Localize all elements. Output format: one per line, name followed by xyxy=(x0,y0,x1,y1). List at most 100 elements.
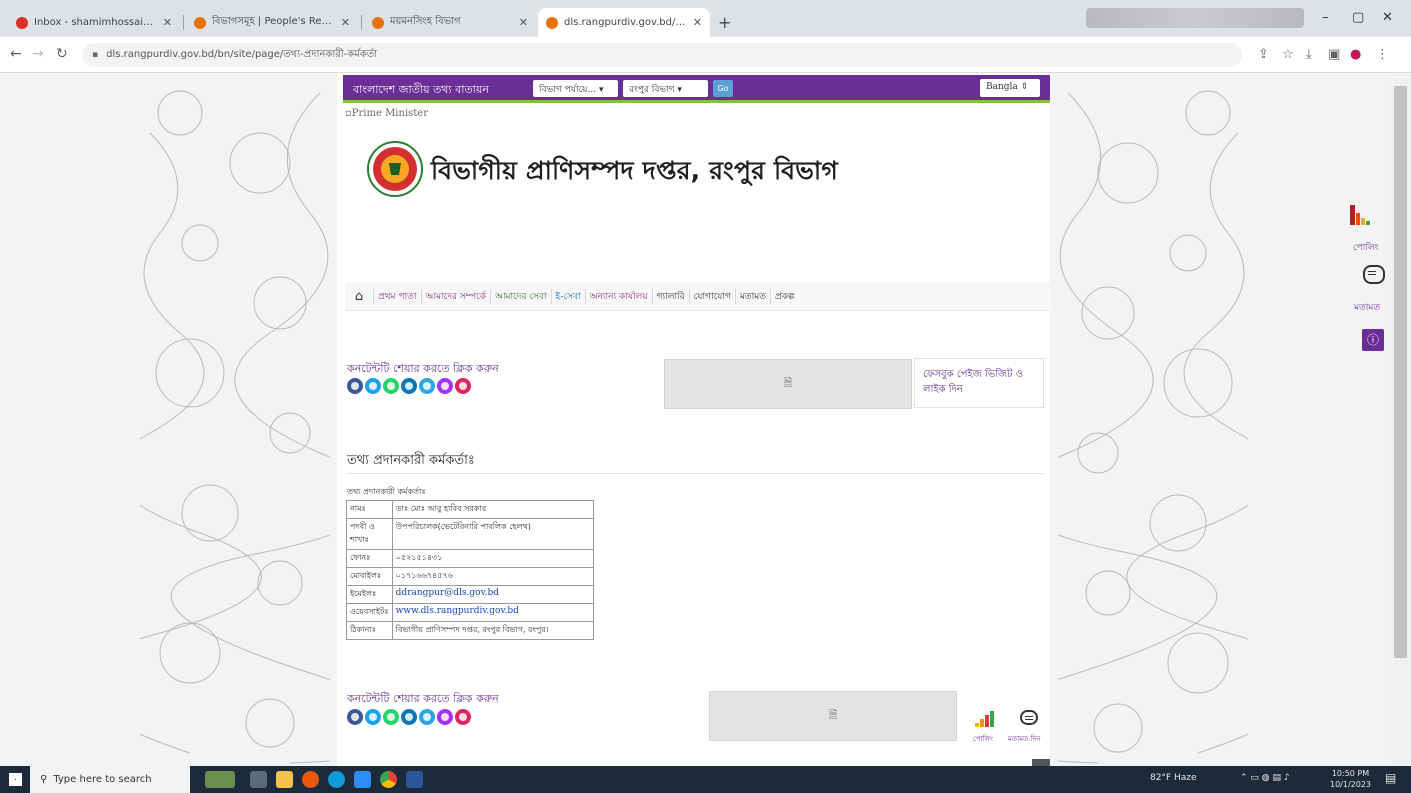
word-icon[interactable] xyxy=(406,771,423,788)
news-widget-icon[interactable] xyxy=(205,771,235,788)
close-tab-icon[interactable]: ✕ xyxy=(519,16,528,29)
site-info-icon[interactable]: ▪ xyxy=(92,50,98,60)
email-share-icon[interactable] xyxy=(455,378,471,394)
notifications-icon[interactable]: ▤ xyxy=(1385,771,1396,785)
nav-item-about[interactable]: আমাদের সম্পর্কে xyxy=(420,289,491,304)
messenger-share-icon[interactable] xyxy=(437,709,453,725)
chrome-icon[interactable] xyxy=(380,771,397,788)
profile-avatar-icon[interactable]: ● xyxy=(1350,47,1361,62)
weather-status[interactable]: 82°F Haze xyxy=(1150,773,1197,783)
row-value: ০১৭১৬৬৭৪৫৭৬ xyxy=(391,567,595,586)
tab-title: Inbox - shamimhossainbrm@gm xyxy=(34,17,157,28)
share-page-icon[interactable]: ⇪ xyxy=(1258,47,1269,62)
address-bar[interactable]: ▪ dls.rangpurdiv.gov.bd/bn/site/page/তথ্… xyxy=(82,43,1242,67)
division-select-value: রংপুর বিভাগ xyxy=(629,85,675,95)
poll-label[interactable]: পোলিং xyxy=(973,733,993,745)
info-icon[interactable]: ⓘ xyxy=(1362,329,1384,351)
bookmark-star-icon[interactable]: ☆ xyxy=(1282,47,1294,62)
table-row: ইমেইলঃ ddrangpur@dls.gov.bd xyxy=(346,585,595,604)
clock[interactable]: 10:50 PM 10/1/2023 xyxy=(1330,768,1371,790)
whatsapp-share-icon[interactable] xyxy=(383,709,399,725)
broken-image-icon: 🗎 xyxy=(783,376,793,390)
twitter-share-icon[interactable] xyxy=(365,378,381,394)
nav-item-other-offices[interactable]: অন্যান্য কার্যালয় xyxy=(584,289,652,304)
windows-start-icon[interactable] xyxy=(9,773,22,786)
government-seal-icon[interactable] xyxy=(367,141,423,197)
facebook-page-link[interactable]: ফেসবুক পেইজ ভিজিট ও লাইক দিন xyxy=(914,358,1044,408)
forward-arrow-icon[interactable]: → xyxy=(32,46,44,62)
facebook-share-icon[interactable] xyxy=(347,378,363,394)
close-tab-icon[interactable]: ✕ xyxy=(693,16,702,29)
side-poll-label[interactable]: পোলিং xyxy=(1353,240,1379,255)
minimize-icon[interactable]: – xyxy=(1322,10,1329,25)
maximize-icon[interactable]: ▢ xyxy=(1352,10,1364,25)
email-share-icon[interactable] xyxy=(455,709,471,725)
nav-item-contact[interactable]: যোগাযোগ xyxy=(688,289,735,304)
side-feedback-icon[interactable] xyxy=(1363,265,1385,284)
tab-title: ময়মনসিংহ বিভাগ xyxy=(390,16,461,27)
level-select-value: বিভাগ পর্যায়ে... xyxy=(539,85,597,95)
firefox-icon[interactable] xyxy=(302,771,319,788)
linkedin-share-icon[interactable] xyxy=(401,709,417,725)
division-select[interactable]: রংপুর বিভাগ ▾ xyxy=(623,80,708,97)
nav-item-feedback[interactable]: মতামত xyxy=(734,289,770,304)
new-tab-plus-icon[interactable]: + xyxy=(718,13,731,32)
taskbar-search-box[interactable]: ⚲ Type here to search xyxy=(30,766,190,793)
feedback-label[interactable]: মতামত দিন xyxy=(1008,733,1040,745)
scrollbar-thumb[interactable] xyxy=(1394,86,1407,658)
go-button[interactable]: Go xyxy=(713,80,733,97)
language-value: Bangla xyxy=(986,82,1018,92)
close-window-icon[interactable]: ✕ xyxy=(1382,10,1393,25)
tab-divider xyxy=(183,15,184,30)
home-icon[interactable]: ⌂ xyxy=(345,289,373,304)
file-explorer-icon[interactable] xyxy=(276,771,293,788)
feedback-chat-icon[interactable] xyxy=(1020,710,1038,725)
whatsapp-share-icon[interactable] xyxy=(383,378,399,394)
table-row: ঠিকানাঃ বিভাগীয় প্রাণিসম্পদ দপ্তর, রংপু… xyxy=(346,621,595,640)
linkedin-share-icon[interactable] xyxy=(401,378,417,394)
messenger-share-icon[interactable] xyxy=(437,378,453,394)
back-arrow-icon[interactable]: ← xyxy=(10,46,22,62)
prime-minister-image-alt: ▫Prime Minister xyxy=(345,108,428,119)
side-poll-chart-icon[interactable] xyxy=(1350,205,1370,225)
website-link[interactable]: www.dls.rangpurdiv.gov.bd xyxy=(391,603,595,622)
browser-tab-active[interactable]: dls.rangpurdiv.gov.bd/bn/site/p ✕ xyxy=(538,8,710,37)
nav-item-gallery[interactable]: গ্যালারি xyxy=(651,289,689,304)
zoom-icon[interactable] xyxy=(354,771,371,788)
side-panel-icon[interactable]: ▣ xyxy=(1328,47,1340,62)
nav-item-services[interactable]: আমাদের সেবা xyxy=(490,289,550,304)
gmail-favicon-icon xyxy=(16,16,28,29)
close-tab-icon[interactable]: ✕ xyxy=(163,16,172,29)
scroll-to-top-handle[interactable] xyxy=(1032,759,1050,766)
close-tab-icon[interactable]: ✕ xyxy=(341,16,350,29)
reload-icon[interactable]: ↻ xyxy=(56,46,68,62)
download-icon[interactable]: ⤓ xyxy=(1306,47,1312,62)
nav-item-home[interactable]: প্রথম পাতা xyxy=(373,289,421,304)
browser-menu-icon[interactable]: ⋮ xyxy=(1376,47,1389,62)
telegram-share-icon[interactable] xyxy=(419,709,435,725)
browser-tab-strip: Inbox - shamimhossainbrm@gm ✕ বিভাগসমূহ … xyxy=(0,0,1411,37)
browser-tab[interactable]: ময়মনসিংহ বিভাগ ✕ xyxy=(364,8,536,37)
level-select[interactable]: বিভাগ পর্যায়ে... ▾ xyxy=(533,80,618,97)
nav-item-eservice[interactable]: ই-সেবা xyxy=(550,289,585,304)
edge-icon[interactable] xyxy=(328,771,345,788)
url-text: dls.rangpurdiv.gov.bd/bn/site/page/তথ্য-… xyxy=(106,48,378,60)
email-link[interactable]: ddrangpur@dls.gov.bd xyxy=(391,585,595,604)
language-select[interactable]: Bangla ⇕ xyxy=(980,79,1040,97)
task-view-icon[interactable] xyxy=(250,771,267,788)
side-feedback-label[interactable]: মতামত xyxy=(1354,300,1380,315)
table-row: ফোনঃ ০৫২১৫১৪৩১ xyxy=(346,549,595,568)
main-content-column: বাংলাদেশ জাতীয় তথ্য বাতায়ন বিভাগ পর্যা… xyxy=(337,73,1050,766)
twitter-share-icon[interactable] xyxy=(365,709,381,725)
row-value: ডাঃ মোঃ আবু হাবিব সরকার xyxy=(391,500,595,519)
row-key: ঠিকানাঃ xyxy=(346,621,393,640)
browser-tab[interactable]: বিভাগসমূহ | People's Republic o ✕ xyxy=(186,8,358,37)
search-icon: ⚲ xyxy=(40,774,48,785)
portal-name-link[interactable]: বাংলাদেশ জাতীয় তথ্য বাতায়ন xyxy=(353,81,489,100)
telegram-share-icon[interactable] xyxy=(419,378,435,394)
poll-chart-icon[interactable] xyxy=(975,711,994,727)
system-tray-icons[interactable]: ⌃ ▭ ◍ ▤ ♪ xyxy=(1240,773,1290,783)
browser-tab[interactable]: Inbox - shamimhossainbrm@gm ✕ xyxy=(8,8,180,37)
nav-item-projects[interactable]: প্রকল্প xyxy=(770,289,798,304)
facebook-share-icon[interactable] xyxy=(347,709,363,725)
